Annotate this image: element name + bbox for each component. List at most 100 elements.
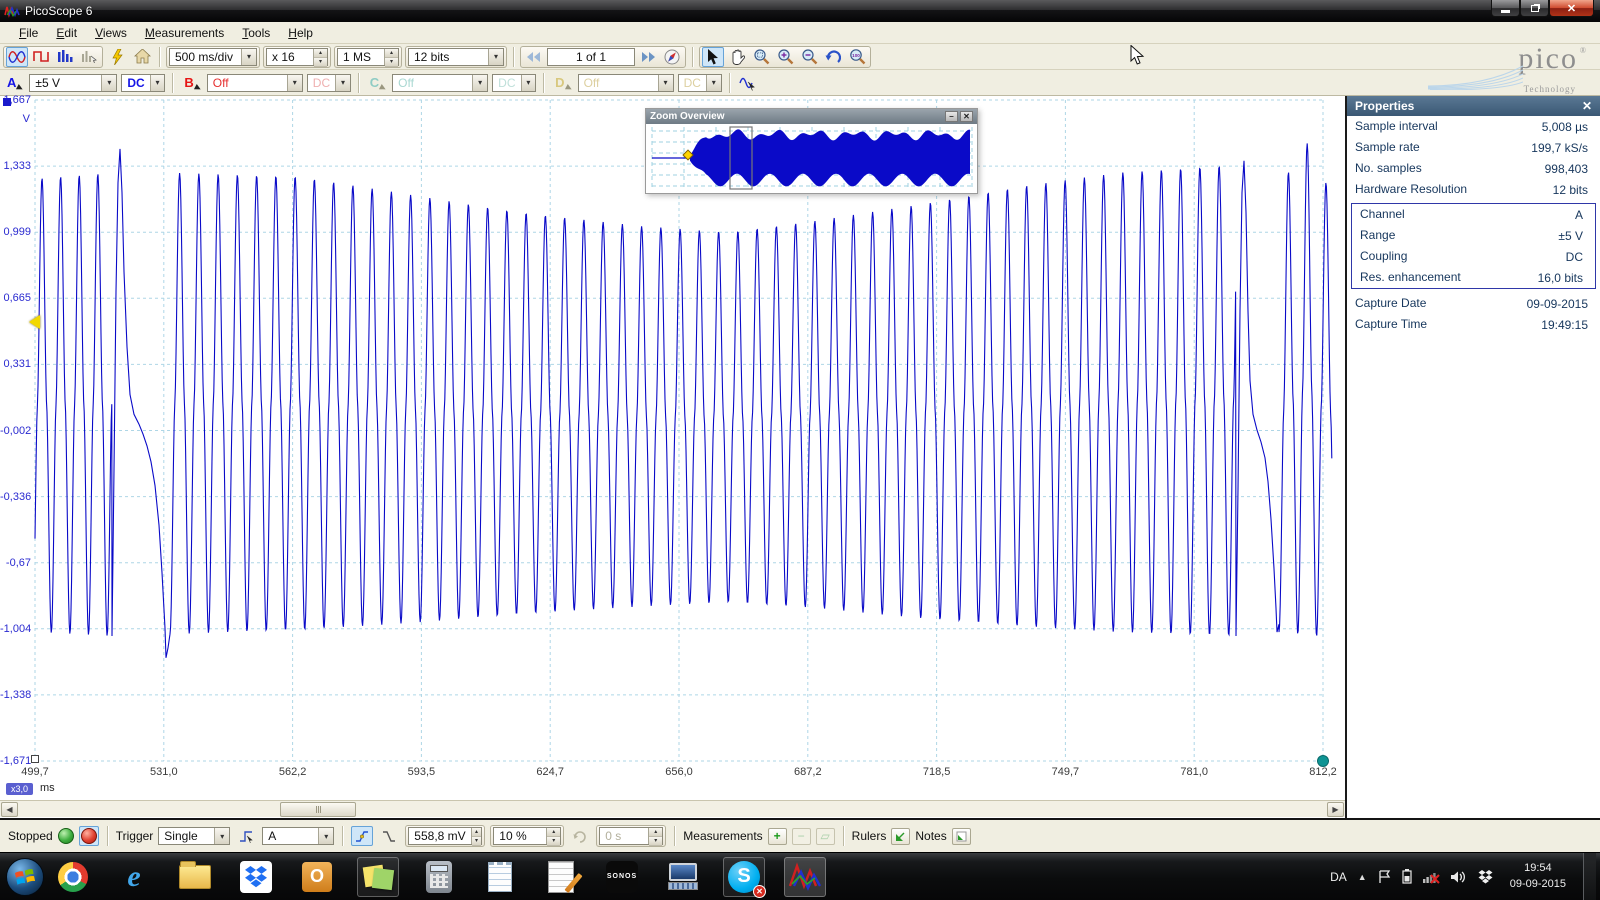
dropdown-arrow-icon[interactable]: ▾	[150, 75, 165, 91]
battery-icon[interactable]	[1402, 869, 1412, 884]
channel-a-coupling-select[interactable]: DC ▾	[121, 74, 165, 92]
taskbar-button-internet-explorer[interactable]: e	[113, 857, 155, 897]
language-indicator[interactable]: DA	[1330, 870, 1347, 884]
channel-a-range-select[interactable]: ±5 V ▾	[29, 74, 117, 92]
menu-measurements[interactable]: Measurements	[136, 24, 233, 42]
resolution-select[interactable]: 12 bits ▾	[408, 48, 504, 66]
zoom-overview-window[interactable]: Zoom Overview – ✕	[645, 108, 978, 194]
taskbar-button-windows-explorer[interactable]	[174, 857, 216, 897]
next-buffer-button[interactable]	[637, 47, 659, 67]
dropdown-arrow-icon[interactable]: ▾	[101, 75, 116, 91]
taskbar-button-calculator[interactable]	[418, 857, 460, 897]
dropdown-arrow-icon[interactable]: ▾	[706, 75, 721, 91]
tray-expand-chevron-icon[interactable]: ▲	[1358, 872, 1367, 882]
properties-close-button[interactable]: ✕	[1582, 99, 1592, 113]
dropdown-arrow-icon[interactable]: ▾	[472, 75, 487, 91]
start-button[interactable]	[6, 858, 44, 896]
marquee-zoom-tool[interactable]	[750, 47, 772, 67]
network-disconnected-icon[interactable]	[1423, 870, 1440, 884]
add-view-button[interactable]	[78, 47, 100, 67]
scrollbar-thumb[interactable]	[280, 802, 356, 817]
taskbar-button-notepad[interactable]	[479, 857, 521, 897]
trigger-marker-icon[interactable]	[29, 315, 40, 329]
restore-button[interactable]	[1520, 0, 1549, 17]
taskbar-button-sticky-notes[interactable]	[357, 857, 399, 897]
horizontal-scrollbar[interactable]: ◀ ▶	[0, 800, 1345, 817]
zoom-in-tool[interactable]	[774, 47, 796, 67]
dropdown-arrow-icon[interactable]: ▾	[488, 49, 503, 65]
timebase-select[interactable]: 500 ms/div ▾	[169, 48, 257, 66]
menu-views[interactable]: Views	[86, 24, 136, 42]
dropdown-arrow-icon[interactable]: ▾	[287, 75, 302, 91]
dropbox-tray-icon[interactable]	[1478, 870, 1493, 884]
dropdown-arrow-icon[interactable]: ▾	[214, 828, 229, 844]
add-measurement-button[interactable]: +	[768, 828, 787, 845]
menu-edit[interactable]: Edit	[47, 24, 86, 42]
pre-trigger-input[interactable]: 10 % ▴▾	[493, 827, 561, 845]
persistence-view-button[interactable]	[30, 47, 52, 67]
dropdown-arrow-icon[interactable]: ▾	[521, 75, 536, 91]
channel-c-range-select[interactable]: Off ▾	[392, 74, 488, 92]
channel-d-label[interactable]: D	[555, 75, 564, 90]
channel-c-coupling-select[interactable]: DC ▾	[492, 74, 536, 92]
minimize-button[interactable]	[1491, 0, 1520, 17]
spinner-buttons[interactable]: ▴▾	[546, 828, 560, 844]
zoom-overview-titlebar[interactable]: Zoom Overview – ✕	[646, 109, 977, 124]
prev-buffer-button[interactable]	[523, 47, 545, 67]
menu-tools[interactable]: Tools	[233, 24, 279, 42]
action-center-flag-icon[interactable]	[1378, 870, 1391, 884]
zoom-factor-input[interactable]: x 16 ▴▾	[266, 48, 328, 66]
taskbar-button-skype[interactable]: S✕	[723, 857, 765, 897]
channel-b-coupling-select[interactable]: DC ▾	[307, 74, 351, 92]
show-desktop-button[interactable]	[1583, 853, 1596, 900]
taskbar-button-chrome[interactable]	[52, 857, 94, 897]
taskbar-button-sonos[interactable]: SONOS	[601, 857, 643, 897]
dropdown-arrow-icon[interactable]: ▾	[241, 49, 256, 65]
axis-offset-handle-top[interactable]	[3, 98, 11, 106]
scroll-right-button[interactable]: ▶	[1327, 802, 1344, 817]
zoom-100-tool[interactable]: 100	[846, 47, 868, 67]
trigger-source-select[interactable]: A ▾	[262, 827, 334, 845]
hand-tool[interactable]	[726, 47, 748, 67]
remove-measurement-button[interactable]: −	[792, 828, 811, 845]
channel-d-range-select[interactable]: Off ▾	[578, 74, 674, 92]
clock[interactable]: 19:54 09-09-2015	[1504, 861, 1572, 893]
close-button[interactable]: ✕	[1549, 0, 1594, 17]
overview-close-button[interactable]: ✕	[960, 111, 973, 122]
taskbar-button-dropbox[interactable]	[235, 857, 277, 897]
trigger-mode-select[interactable]: Single ▾	[158, 827, 230, 845]
zoom-out-tool[interactable]	[798, 47, 820, 67]
volume-icon[interactable]	[1451, 870, 1467, 884]
taskbar-button-outlook[interactable]: O	[296, 857, 338, 897]
rising-edge-button[interactable]	[351, 826, 373, 846]
spinner-buttons[interactable]: ▴▾	[313, 49, 327, 65]
trigger-level-input[interactable]: 558,8 mV ▴▾	[408, 827, 482, 845]
taskbar-button-document-editor[interactable]	[540, 857, 582, 897]
spinner-buttons[interactable]: ▴▾	[471, 828, 482, 844]
channel-b-label[interactable]: B	[184, 75, 193, 90]
channel-d-coupling-select[interactable]: DC ▾	[678, 74, 722, 92]
taskbar-button-picoscope[interactable]	[784, 857, 826, 897]
scroll-left-button[interactable]: ◀	[1, 802, 18, 817]
notes-indicator-dot[interactable]	[1317, 755, 1329, 767]
overview-minimize-button[interactable]: –	[945, 111, 958, 122]
dropdown-arrow-icon[interactable]: ▾	[318, 828, 333, 844]
rulers-button[interactable]	[891, 828, 910, 845]
notes-button[interactable]	[952, 828, 971, 845]
stop-button[interactable]	[79, 826, 99, 846]
taskbar-button-remote-desktop[interactable]	[662, 857, 704, 897]
auto-setup-button[interactable]	[106, 47, 128, 67]
trigger-delay-input[interactable]: 0 s ▴▾	[599, 827, 663, 845]
axis-offset-handle-bottom[interactable]	[31, 755, 39, 763]
channel-a-label[interactable]: A	[7, 75, 16, 90]
scope-view[interactable]: 1,6671,3330,9990,6650,331-0,002-0,336-0,…	[0, 96, 1345, 818]
channel-b-range-select[interactable]: Off ▾	[207, 74, 303, 92]
dropdown-arrow-icon[interactable]: ▾	[658, 75, 673, 91]
normal-selection-tool[interactable]	[702, 47, 724, 67]
falling-edge-button[interactable]	[378, 826, 400, 846]
scope-view-button[interactable]	[6, 47, 28, 67]
menu-file[interactable]: File	[10, 24, 47, 42]
menu-help[interactable]: Help	[279, 24, 322, 42]
spinner-buttons[interactable]: ▴▾	[648, 828, 662, 844]
go-button[interactable]	[58, 828, 74, 844]
